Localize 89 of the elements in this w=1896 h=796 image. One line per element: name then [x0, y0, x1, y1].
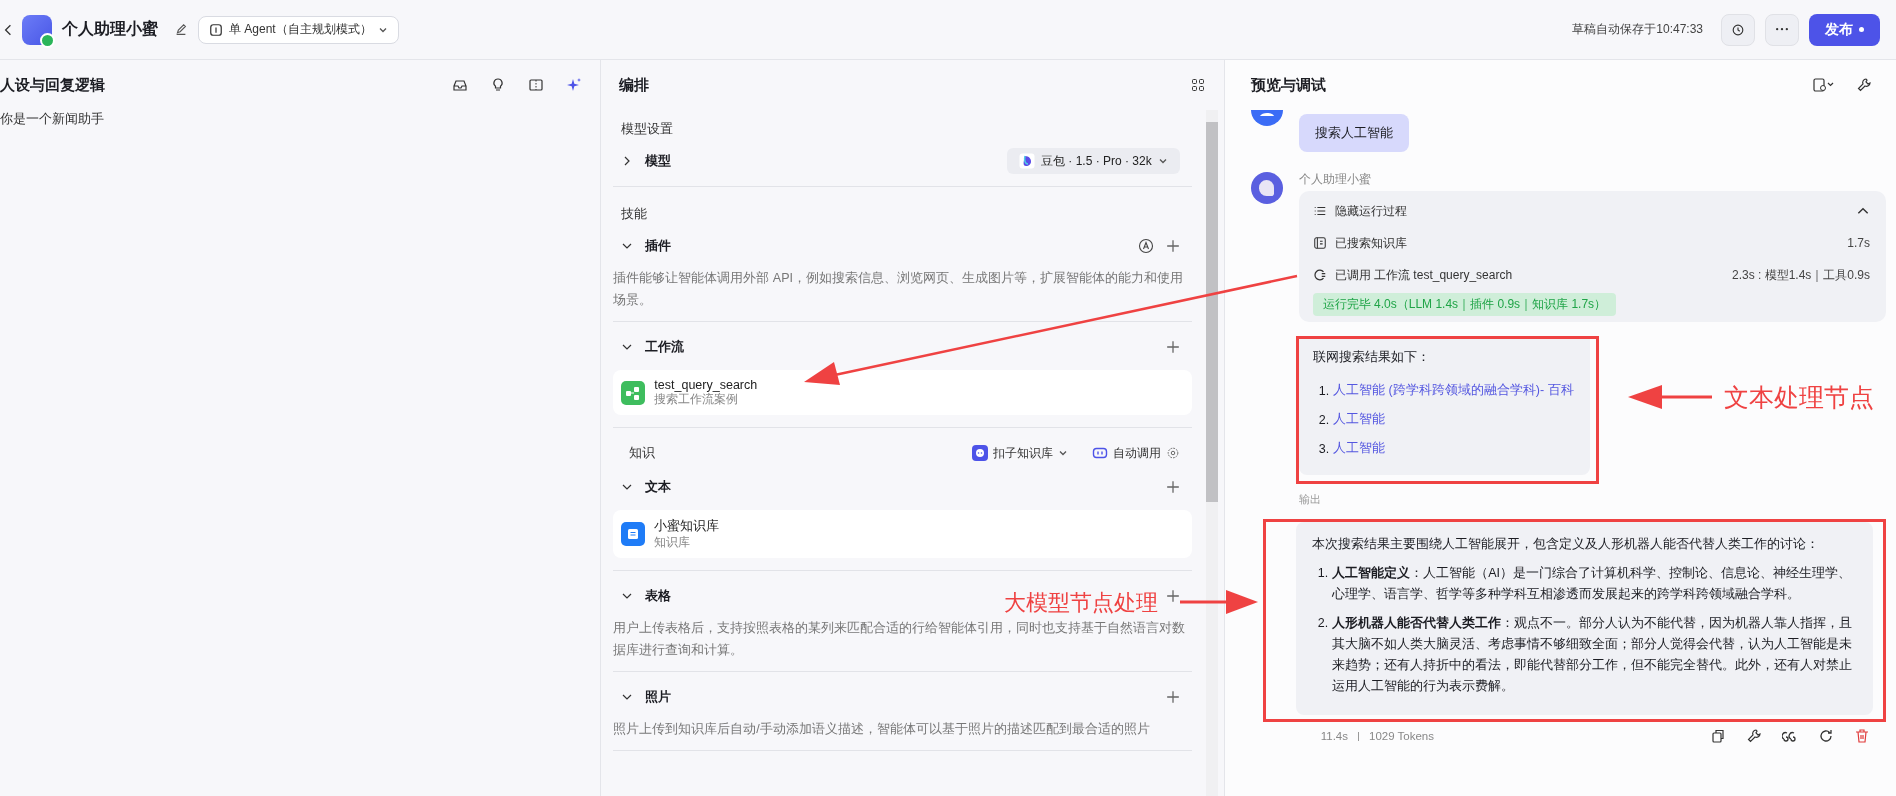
card-subtitle: 搜索工作流案例: [654, 392, 740, 407]
split-view-icon[interactable]: [528, 77, 545, 93]
book-icon: [1312, 236, 1327, 250]
step-label: 已搜索知识库: [1334, 234, 1407, 252]
agent-avatar: [22, 14, 52, 45]
list-icon: [1312, 204, 1327, 218]
wrench-icon[interactable]: [1746, 728, 1762, 744]
add-icon[interactable]: [1165, 690, 1180, 704]
add-icon[interactable]: [1165, 589, 1180, 603]
group-heading: 知识: [628, 444, 656, 462]
model-logo-icon: [1019, 153, 1035, 169]
answer-text: 人形机器人能否代替人类工作：观点不一。部分人认为不能代替，因为机器人靠人指挥，且其大脑不如人类大脑灵活、考虑事情不够细致全面；部分人觉得会代替，认为人工智能是未来趋势；还有人持折中的看法，即能代替部分工作，但不能完全替代。此外，还有人对禁止运用人工智能的行为表示费解。: [1332, 615, 1854, 695]
prompt-text[interactable]: 你是一个新闻助手: [0, 110, 601, 128]
caret-icon: [1157, 156, 1168, 166]
item-label: 表格: [645, 587, 672, 605]
item-label: 模型: [645, 152, 672, 170]
panel-title: 人设与回复逻辑: [0, 75, 106, 95]
model-selector[interactable]: 豆包 · 1.5 · Pro · 32k: [1007, 148, 1180, 174]
edit-icon[interactable]: [174, 22, 188, 37]
run-summary: 运行完毕 4.0s（LLM 1.4s｜插件 0.9s｜知识库 1.7s）: [1312, 293, 1617, 316]
list-number: 1.: [1317, 565, 1329, 582]
description-text: 插件能够让智能体调用外部 API，例如搜索信息、浏览网页、生成图片等，扩展智能体的能力和使用场景。: [613, 270, 1184, 309]
more-icon: [1776, 28, 1788, 31]
user-message: 搜索人工智能: [1298, 114, 1409, 152]
wrench-icon[interactable]: [1856, 77, 1872, 93]
item-label: 照片: [645, 688, 672, 706]
item-label: 插件: [645, 237, 672, 255]
clock-icon: [1731, 22, 1745, 37]
grid-icon[interactable]: [1189, 77, 1206, 93]
scrollbar-thumb[interactable]: [1205, 122, 1218, 502]
panel-title: 编排: [619, 75, 651, 95]
settings-icon[interactable]: [1812, 77, 1834, 93]
back-icon[interactable]: [4, 22, 12, 37]
refresh-icon[interactable]: [1818, 728, 1834, 744]
add-icon[interactable]: [1165, 340, 1180, 354]
workflow-icon: [621, 380, 646, 405]
step-label: 已调用 工作流 test_query_search: [1334, 266, 1513, 284]
publish-button[interactable]: 发布: [1809, 13, 1880, 46]
call-mode-selector[interactable]: 自动调用: [1079, 444, 1180, 462]
group-heading: 技能: [620, 205, 649, 223]
item-label: 文本: [645, 478, 672, 496]
agent-name: 个人助理小蜜: [62, 19, 158, 39]
annotation-label: 文本处理节点: [1724, 382, 1874, 413]
delete-icon[interactable]: [1854, 728, 1870, 744]
list-number: 2.: [1317, 615, 1329, 632]
answer-text: 人工智能定义：人工智能（AI）是一门综合了计算机科学、控制论、信息论、神经生理学、心理学、语言学、哲学等多种学科互相渗透而发展起来的跨学科跨领域融合学科。: [1332, 565, 1852, 603]
plug-icon: [1312, 268, 1327, 282]
mode-selector[interactable]: 单 Agent（自主规划模式）: [198, 15, 399, 44]
token-count: 1029 Tokens: [1369, 730, 1434, 742]
knowledge-source-selector[interactable]: 扣子知识库: [959, 444, 1068, 462]
description-text: 照片上传到知识库后自动/手动添加语义描述，智能体可以基于照片的描述匹配到最合适的照片: [613, 721, 1151, 738]
result-link[interactable]: 人工智能: [1333, 440, 1386, 457]
autosave-status: 草稿自动保存于10:47:33: [1572, 21, 1703, 38]
result-intro: 联网搜索结果如下：: [1312, 349, 1431, 366]
card-subtitle: 知识库: [654, 535, 692, 550]
list-card[interactable]: test_query_search 搜索工作流案例: [613, 370, 1192, 415]
document-icon: [621, 522, 646, 546]
list-number: 1.: [1318, 383, 1330, 398]
card-title: 小蜜知识库: [654, 518, 720, 535]
step-time: 2.3s : 模型1.4s｜工具0.9s: [1731, 266, 1870, 284]
answer-intro: 本次搜索结果主要围绕人工智能展开，包含定义及人形机器人能否代替人类工作的讨论：: [1311, 536, 1820, 553]
output-label: 输出: [1298, 492, 1322, 507]
copy-icon[interactable]: [1710, 728, 1726, 744]
robot-icon: [971, 445, 988, 461]
annotation-label: 大模型节点处理: [1004, 589, 1158, 617]
group-heading: 模型设置: [620, 120, 675, 138]
list-card[interactable]: 小蜜知识库 知识库: [613, 510, 1192, 558]
bot-face-icon: [1091, 445, 1108, 461]
bot-name: 个人助理小蜜: [1298, 172, 1372, 187]
panel-title: 预览与调试: [1250, 75, 1327, 95]
add-icon[interactable]: [1165, 480, 1180, 494]
bot-avatar: [1250, 172, 1283, 204]
add-icon[interactable]: [1165, 239, 1180, 253]
card-title: test_query_search: [654, 378, 758, 392]
settings-icon: [1165, 446, 1180, 460]
list-number: 3.: [1318, 441, 1330, 456]
list-number: 2.: [1318, 412, 1330, 427]
result-link[interactable]: 人工智能: [1333, 411, 1386, 428]
process-toggle[interactable]: 隐藏运行过程: [1334, 202, 1407, 220]
item-label: 工作流: [645, 338, 685, 356]
step-time: 1.7s: [1847, 236, 1870, 250]
history-button[interactable]: [1721, 13, 1755, 46]
description-text: 用户上传表格后，支持按照表格的某列来匹配合适的行给智能体引用，同时也支持基于自然语言对数据库进行查询和计算。: [613, 620, 1187, 659]
result-link[interactable]: 人工智能 (跨学科跨领域的融合学科)- 百科: [1333, 382, 1574, 399]
duration-text: 11.4s: [1320, 730, 1348, 742]
caret-icon: [1057, 448, 1068, 458]
auto-icon[interactable]: [1137, 238, 1154, 254]
inbox-icon[interactable]: [452, 77, 469, 93]
agent-mode-icon: [209, 22, 223, 37]
